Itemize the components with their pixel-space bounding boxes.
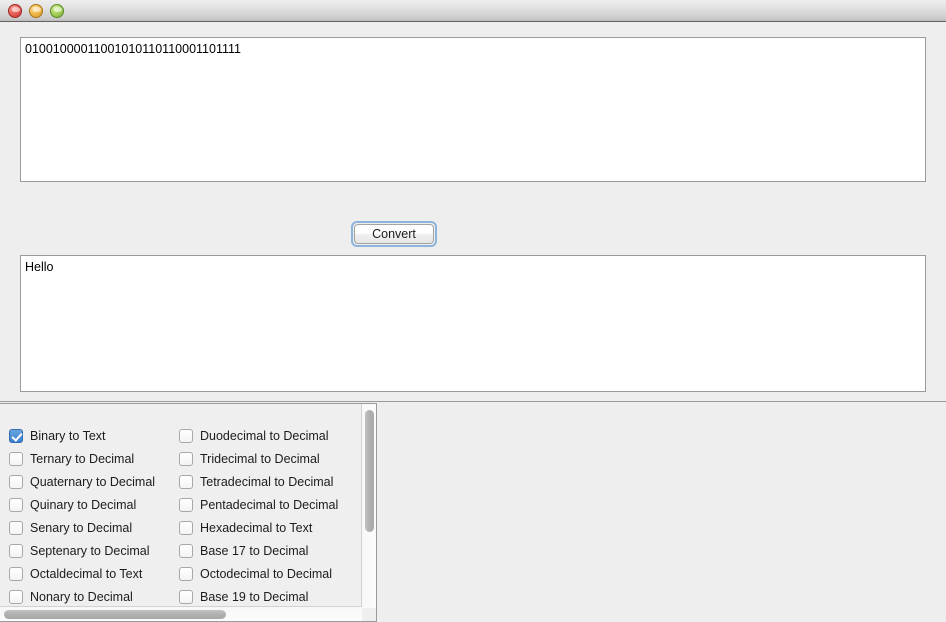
conversion-option-row[interactable]: Hexadecimal to Text	[179, 516, 338, 539]
output-text-value: Hello	[25, 260, 54, 274]
convert-button[interactable]: Convert	[354, 224, 434, 244]
checkbox-unchecked-icon[interactable]	[179, 543, 193, 558]
conversion-option-row[interactable]: Base 19 to Decimal	[179, 585, 338, 608]
conversion-option-row[interactable]: Binary to Text	[9, 424, 155, 447]
conversion-option-label: Quaternary to Decimal	[30, 474, 156, 489]
checkbox-unchecked-icon[interactable]	[9, 451, 23, 466]
conversion-options-viewport: Binary to Text Ternary to Decimal Quaterna…	[0, 404, 362, 608]
minimize-button-icon[interactable]	[29, 4, 43, 18]
options-horizontal-scrollbar[interactable]	[0, 606, 362, 621]
checkbox-unchecked-icon[interactable]	[9, 589, 23, 604]
checkbox-checked-icon[interactable]	[9, 428, 23, 443]
input-text-value: 01001000011001010110110001101111	[25, 42, 241, 56]
conversion-option-label: Quinary to Decimal	[30, 497, 137, 512]
conversion-option-label: Tetradecimal to Decimal	[200, 474, 334, 489]
conversion-option-label: Nonary to Decimal	[30, 589, 133, 604]
input-textarea[interactable]: 01001000011001010110110001101111	[20, 37, 926, 182]
conversion-option-label: Septenary to Decimal	[30, 543, 150, 558]
window-controls	[8, 4, 64, 18]
conversion-option-row[interactable]: Ternary to Decimal	[9, 447, 155, 470]
checkbox-unchecked-icon[interactable]	[179, 497, 193, 512]
conversion-option-row[interactable]: Quinary to Decimal	[9, 493, 155, 516]
conversion-panel: 01001000011001010110110001101111 Convert…	[0, 22, 946, 402]
conversion-option-row[interactable]: Tetradecimal to Decimal	[179, 470, 338, 493]
checkbox-unchecked-icon[interactable]	[9, 497, 23, 512]
conversion-option-label: Hexadecimal to Text	[200, 520, 313, 535]
conversion-option-label: Binary to Text	[30, 428, 106, 443]
conversion-option-label: Tridecimal to Decimal	[200, 451, 320, 466]
conversion-option-label: Base 19 to Decimal	[200, 589, 309, 604]
checkbox-unchecked-icon[interactable]	[9, 566, 23, 581]
output-textarea[interactable]: Hello	[20, 255, 926, 392]
conversion-option-row[interactable]: Septenary to Decimal	[9, 539, 155, 562]
checkbox-unchecked-icon[interactable]	[179, 520, 193, 535]
window-titlebar	[0, 0, 946, 22]
checkbox-unchecked-icon[interactable]	[9, 543, 23, 558]
conversion-option-row[interactable]: Octodecimal to Decimal	[179, 562, 338, 585]
checkbox-unchecked-icon[interactable]	[179, 589, 193, 604]
conversion-option-label: Pentadecimal to Decimal	[200, 497, 339, 512]
convert-button-focus-ring: Convert	[351, 221, 437, 247]
options-horizontal-scrollbar-thumb[interactable]	[4, 610, 226, 619]
conversion-option-label: Octaldecimal to Text	[30, 566, 143, 581]
conversion-option-row[interactable]: Senary to Decimal	[9, 516, 155, 539]
conversion-option-label: Senary to Decimal	[30, 520, 133, 535]
checkbox-unchecked-icon[interactable]	[179, 428, 193, 443]
conversion-option-label: Octodecimal to Decimal	[200, 566, 332, 581]
options-vertical-scrollbar-thumb[interactable]	[365, 410, 374, 532]
checkbox-unchecked-icon[interactable]	[9, 520, 23, 535]
application-window: 01001000011001010110110001101111 Convert…	[0, 0, 946, 622]
conversion-option-row[interactable]: Tridecimal to Decimal	[179, 447, 338, 470]
conversion-option-row[interactable]: Base 17 to Decimal	[179, 539, 338, 562]
checkbox-unchecked-icon[interactable]	[179, 566, 193, 581]
close-button-icon[interactable]	[8, 4, 22, 18]
options-vertical-scrollbar[interactable]	[361, 404, 376, 608]
options-panel: Binary to Text Ternary to Decimal Quaterna…	[0, 403, 946, 622]
checkbox-unchecked-icon[interactable]	[179, 451, 193, 466]
checkbox-unchecked-icon[interactable]	[9, 474, 23, 489]
conversion-option-row[interactable]: Quaternary to Decimal	[9, 470, 155, 493]
conversion-option-label: Duodecimal to Decimal	[200, 428, 329, 443]
conversion-options-scrollpane: Binary to Text Ternary to Decimal Quaterna…	[0, 403, 377, 622]
conversion-options-left-column: Binary to Text Ternary to Decimal Quaterna…	[9, 424, 155, 608]
conversion-option-row[interactable]: Pentadecimal to Decimal	[179, 493, 338, 516]
conversion-options-right-column: Duodecimal to Decimal Tridecimal to Decim…	[179, 424, 338, 608]
maximize-button-icon[interactable]	[50, 4, 64, 18]
conversion-option-label: Base 17 to Decimal	[200, 543, 309, 558]
conversion-option-row[interactable]: Duodecimal to Decimal	[179, 424, 338, 447]
conversion-option-label: Ternary to Decimal	[30, 451, 135, 466]
checkbox-unchecked-icon[interactable]	[179, 474, 193, 489]
conversion-option-row[interactable]: Nonary to Decimal	[9, 585, 155, 608]
conversion-option-row[interactable]: Octaldecimal to Text	[9, 562, 155, 585]
